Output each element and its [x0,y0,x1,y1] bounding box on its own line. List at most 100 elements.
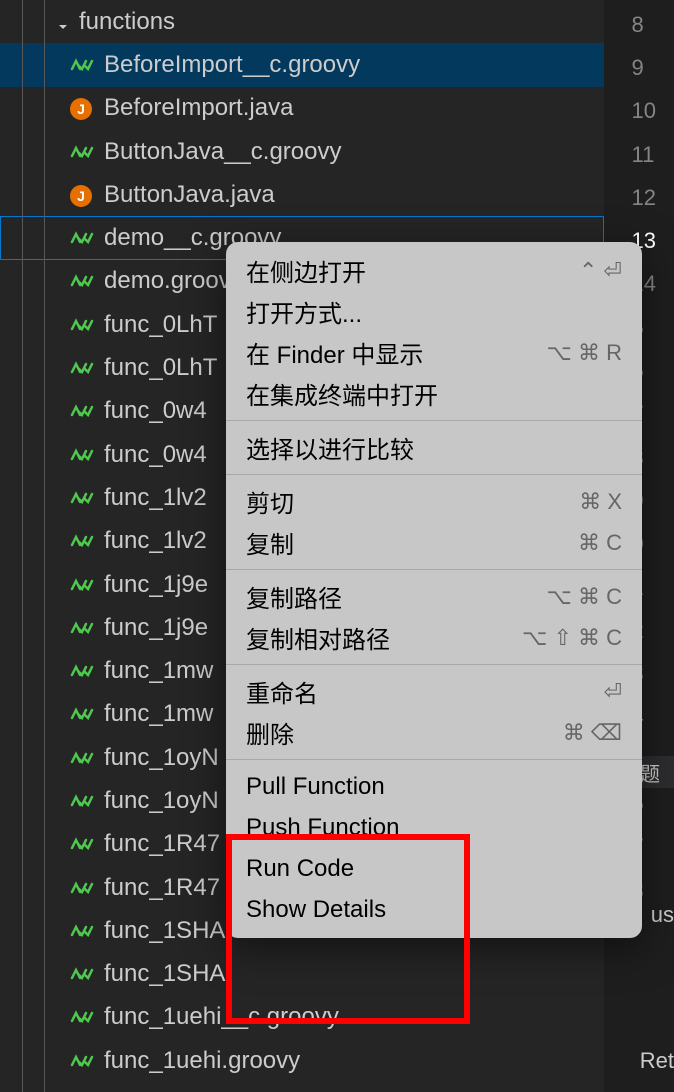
groovy-icon [70,878,94,898]
groovy-icon [70,531,94,551]
file-label: func_1mw [104,657,213,685]
groovy-icon [70,228,94,248]
file-label: func_1SHA [104,960,225,988]
file-row[interactable]: J BeforeImport.java [0,87,604,130]
menu-item-label: 选择以进行比较 [246,430,414,465]
file-label: ButtonJava__c.groovy [104,138,341,166]
text-fragment: us [651,902,674,928]
menu-item[interactable]: Pull Function [226,766,642,807]
menu-item-label: Pull Function [246,773,385,801]
groovy-icon [70,618,94,638]
file-label: func_1mw [104,700,213,728]
file-label: func_1SHA [104,917,225,945]
menu-item[interactable]: 删除⌘ ⌫ [226,712,642,753]
line-number: 10 [632,90,656,133]
groovy-icon [70,921,94,941]
folder-functions[interactable]: functions [0,0,604,43]
groovy-icon [70,55,94,75]
file-label: demo.groovy [104,267,243,295]
file-label: func_1j9e [104,614,208,642]
menu-divider [226,569,642,570]
menu-item[interactable]: 复制路径 ⌥ ⌘ C [226,576,642,617]
groovy-icon [70,964,94,984]
menu-item[interactable]: Push Function [226,807,642,848]
menu-divider [226,420,642,421]
groovy-icon [70,401,94,421]
menu-item[interactable]: 复制⌘ C [226,522,642,563]
menu-shortcut: ⌥ ⌘ R [547,340,622,366]
menu-item[interactable]: 复制相对路径 ⌥ ⇧ ⌘ C [226,617,642,658]
file-label: func_1lv2 [104,484,207,512]
file-label: ButtonJava.java [104,181,275,209]
groovy-icon [70,1007,94,1027]
groovy-icon [70,1051,94,1071]
menu-item-label: 在集成终端中打开 [246,376,438,411]
file-row[interactable]: J ButtonJava.java [0,173,604,216]
java-icon: J [70,185,94,205]
menu-item[interactable]: 打开方式... [226,291,642,332]
file-label: func_1uehi.groovy [104,1047,300,1075]
menu-item-label: Show Details [246,896,386,924]
indent-guide [22,0,23,1092]
file-row[interactable]: func_1uehi__c.groovy [0,996,604,1039]
groovy-icon [70,748,94,768]
menu-item-label: 在 Finder 中显示 [246,335,423,370]
groovy-icon [70,704,94,724]
context-menu: 在侧边打开 ⌃ ⏎ 打开方式... 在 Finder 中显示 ⌥ ⌘ R 在集成终端中打开… [226,242,642,938]
groovy-icon [70,315,94,335]
file-row[interactable]: func_1uehi.groovy [0,1039,604,1082]
groovy-icon [70,791,94,811]
menu-item-label: Push Function [246,814,399,842]
menu-item-label: 复制相对路径 [246,620,390,655]
line-number: 9 [632,46,656,89]
file-label: func_0LhT [104,311,217,339]
groovy-icon [70,661,94,681]
menu-item[interactable]: 剪切⌘ X [226,481,642,522]
groovy-icon [70,271,94,291]
indent-guide [44,0,45,1092]
groovy-icon [70,142,94,162]
menu-item-label: 复制路径 [246,579,342,614]
line-number: 11 [632,133,656,176]
java-icon: J [70,98,94,118]
file-label: func_1oyN [104,744,219,772]
file-row[interactable]: BeforeImport__c.groovy [0,43,604,86]
file-label: func_1uehi__c.groovy [104,1003,339,1031]
line-number: 8 [632,3,656,46]
menu-item[interactable]: Run Code [226,848,642,889]
file-label: func_1j9e [104,571,208,599]
groovy-icon [70,834,94,854]
menu-divider [226,664,642,665]
tab-fragment: 题 [640,756,674,788]
file-label: func_0LhT [104,354,217,382]
menu-shortcut: ⏎ [604,679,622,705]
groovy-icon [70,358,94,378]
menu-shortcut: ⌥ ⌘ C [547,584,622,610]
menu-item[interactable]: 在集成终端中打开 [226,373,642,414]
menu-item[interactable]: 在侧边打开 ⌃ ⏎ [226,250,642,291]
file-row[interactable]: func_1SHA [0,953,604,996]
menu-item[interactable]: Show Details [226,889,642,930]
menu-item-label: 在侧边打开 [246,253,366,288]
line-number: 12 [632,176,656,219]
menu-item[interactable]: 重命名 ⏎ [226,671,642,712]
file-label: func_1R47 [104,874,220,902]
file-row[interactable]: ButtonJava__c.groovy [0,130,604,173]
text-fragment: Ret [640,1048,674,1074]
folder-label: functions [79,8,175,36]
menu-item-label: 复制 [246,525,294,560]
file-label: BeforeImport.java [104,94,293,122]
file-label: BeforeImport__c.groovy [104,51,360,79]
menu-item-label: 打开方式... [246,294,362,329]
menu-item-label: 重命名 [246,674,318,709]
menu-item-label: Run Code [246,855,354,883]
groovy-icon [70,575,94,595]
menu-shortcut: ⌃ ⏎ [579,258,622,284]
menu-item-label: 删除 [246,715,294,750]
menu-divider [226,474,642,475]
menu-shortcut: ⌥ ⇧ ⌘ C [522,625,622,651]
groovy-icon [70,488,94,508]
menu-divider [226,759,642,760]
menu-item[interactable]: 在 Finder 中显示 ⌥ ⌘ R [226,332,642,373]
menu-item[interactable]: 选择以进行比较 [226,427,642,468]
